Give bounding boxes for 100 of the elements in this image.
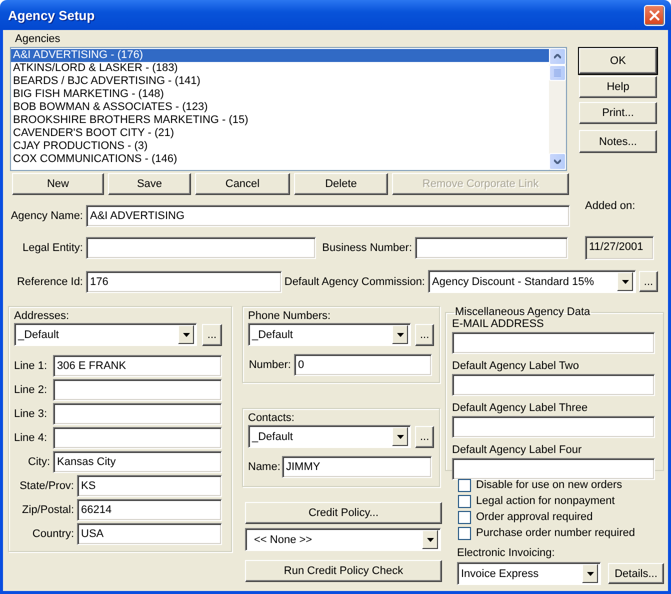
dropdown[interactable]: Invoice Express xyxy=(457,562,601,585)
text-field[interactable] xyxy=(452,458,655,480)
checkbox[interactable] xyxy=(458,494,471,508)
caret-down-icon xyxy=(182,332,190,336)
credit-policy-button[interactable]: Credit Policy... xyxy=(245,502,442,524)
scroll-down-icon xyxy=(554,159,561,164)
text-field[interactable]: 0 xyxy=(294,354,432,376)
grip-icon xyxy=(554,69,561,77)
field-label: Line 1: xyxy=(14,360,48,372)
field-label: Legal Entity: xyxy=(21,242,84,254)
address-field[interactable] xyxy=(53,403,222,425)
list-item[interactable]: BROOKSHIRE BROTHERS MARKETING - (15) xyxy=(11,114,549,127)
date-field: 11/27/2001 xyxy=(585,236,654,260)
list-item[interactable]: CJAY PRODUCTIONS - (3) xyxy=(11,140,549,153)
business-number-field[interactable] xyxy=(415,237,568,259)
list-label: Agencies xyxy=(14,33,62,46)
text-field[interactable] xyxy=(452,332,655,354)
field-label: E-MAIL ADDRESS xyxy=(452,318,545,331)
dropdown[interactable]: _Default xyxy=(14,323,197,346)
list-item[interactable]: CAVENDER'S BOOT CITY - (21) xyxy=(11,127,549,140)
address-field[interactable]: 306 E FRANK xyxy=(53,355,222,377)
field-label: Number: xyxy=(248,359,292,371)
dialog-button[interactable]: Help xyxy=(579,76,657,98)
field-label: Line 4: xyxy=(14,432,48,444)
field-label: Default Agency Label Three xyxy=(452,402,589,415)
field-label: Added on: xyxy=(585,200,636,213)
list-item[interactable]: ATKINS/LORD & LASKER - (183) xyxy=(11,62,549,75)
action-button[interactable]: Save xyxy=(108,173,191,195)
checkbox-label: Order approval required xyxy=(476,511,593,523)
caret-down-icon xyxy=(396,332,404,336)
dropdown-arrow-button[interactable] xyxy=(582,564,598,583)
list-item[interactable]: A&I ADVERTISING - (176) xyxy=(11,49,549,62)
reference-id-field[interactable]: 176 xyxy=(86,270,282,292)
address-field[interactable]: Kansas City xyxy=(53,451,222,473)
text-field[interactable] xyxy=(452,374,655,396)
checkbox-label: Disable for use on new orders xyxy=(476,479,622,491)
caret-down-icon xyxy=(586,572,594,576)
close-button[interactable] xyxy=(644,4,665,26)
dropdown[interactable]: << None >> xyxy=(245,528,441,551)
field-label: Name: xyxy=(248,461,282,473)
address-field[interactable]: KS xyxy=(77,475,222,497)
dropdown-arrow-button[interactable] xyxy=(392,427,408,446)
field-label: Electronic Invoicing: xyxy=(456,547,556,560)
group-label: Contacts: xyxy=(248,412,296,425)
text-field[interactable] xyxy=(452,416,655,438)
field-label: Business Number: xyxy=(321,242,413,254)
action-button[interactable]: Cancel xyxy=(195,173,290,195)
more-button[interactable]: ... xyxy=(415,324,434,346)
dialog-button[interactable]: OK xyxy=(579,48,657,74)
dialog-button[interactable]: Notes... xyxy=(579,130,657,153)
field-label: Zip/Postal: xyxy=(21,504,75,516)
group-label: Addresses: xyxy=(14,310,70,323)
list-item[interactable]: BOB BOWMAN & ASSOCIATES - (123) xyxy=(11,101,549,114)
credit-check-button[interactable]: Run Credit Policy Check xyxy=(245,560,442,582)
dropdown-arrow-button[interactable] xyxy=(422,530,438,549)
text-field[interactable]: JIMMY xyxy=(282,456,432,478)
field-label: Default Agency Commission: xyxy=(283,276,426,288)
scrollbar[interactable] xyxy=(549,48,566,170)
dropdown[interactable]: _Default xyxy=(248,323,412,346)
group-label: Phone Numbers: xyxy=(248,310,332,323)
field-label: Line 2: xyxy=(14,384,48,396)
list-item[interactable]: BIG FISH MARKETING - (148) xyxy=(11,88,549,101)
action-button[interactable]: New xyxy=(12,173,104,195)
checkbox-label: Purchase order number required xyxy=(476,527,635,539)
group-label: Miscellaneous Agency Data xyxy=(454,306,592,318)
address-field[interactable] xyxy=(53,427,222,449)
more-button[interactable]: ... xyxy=(639,271,658,292)
field-label: Default Agency Label Four xyxy=(452,444,583,457)
dropdown-arrow-button[interactable] xyxy=(392,325,408,344)
list-item[interactable]: BEARDS / BJC ADVERTISING - (141) xyxy=(11,75,549,88)
caret-down-icon xyxy=(622,280,628,284)
field-label: Default Agency Label Two xyxy=(452,360,580,373)
field-label: Line 3: xyxy=(14,408,48,420)
more-button[interactable]: ... xyxy=(202,324,222,346)
dropdown[interactable]: _Default xyxy=(248,425,412,448)
caret-down-icon xyxy=(426,538,434,542)
checkbox[interactable] xyxy=(458,510,471,524)
more-button[interactable]: ... xyxy=(415,426,434,448)
address-field[interactable]: USA xyxy=(77,523,222,545)
field-label: Reference Id: xyxy=(16,276,84,288)
list-item[interactable]: COX COMMUNICATIONS - (146) xyxy=(11,153,549,166)
field-label: City: xyxy=(27,456,51,468)
checkbox[interactable] xyxy=(458,526,471,540)
field-label: State/Prov: xyxy=(18,480,75,492)
dropdown-arrow-button[interactable] xyxy=(178,325,194,344)
checkbox[interactable] xyxy=(458,478,471,492)
dialog-button[interactable]: Print... xyxy=(579,102,657,124)
dropdown-arrow-button[interactable] xyxy=(617,272,633,291)
legal-entity-field[interactable] xyxy=(86,237,316,259)
dropdown[interactable]: Agency Discount - Standard 15% xyxy=(428,270,636,293)
address-field[interactable] xyxy=(53,379,222,401)
window-title: Agency Setup xyxy=(8,8,96,22)
action-button[interactable]: Delete xyxy=(294,173,388,195)
address-field[interactable]: 66214 xyxy=(77,499,222,521)
details-button[interactable]: Details... xyxy=(608,563,664,584)
agency-name-field[interactable]: A&I ADVERTISING xyxy=(86,205,570,227)
scroll-up-icon xyxy=(554,54,561,59)
caret-down-icon xyxy=(396,434,404,438)
checkbox-label: Legal action for nonpayment xyxy=(476,495,615,507)
close-icon xyxy=(648,8,661,22)
